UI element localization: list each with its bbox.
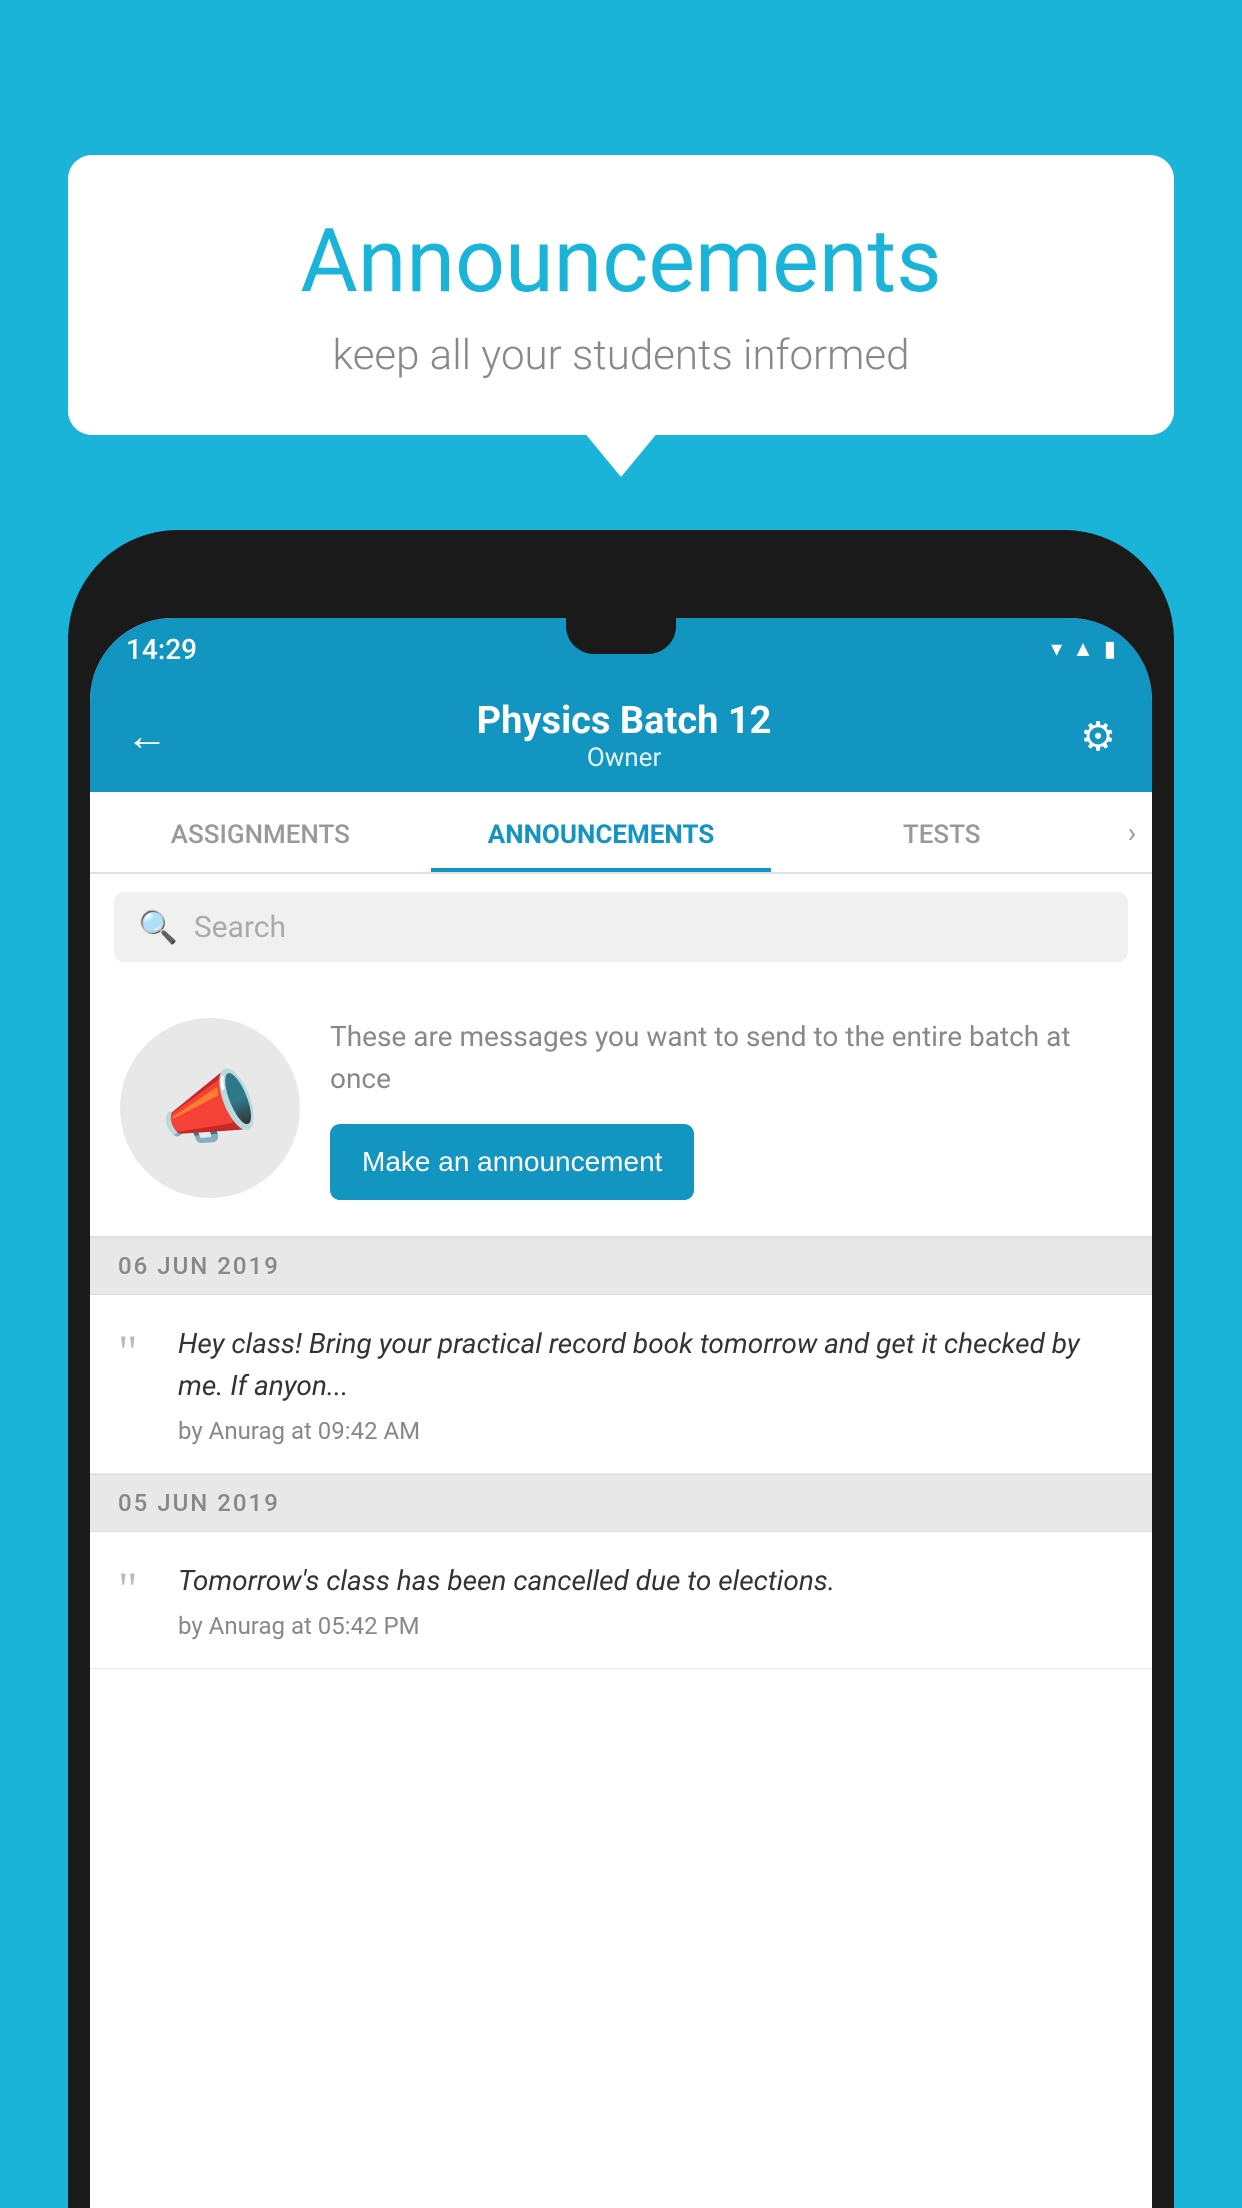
date-separator-1: 06 JUN 2019 <box>90 1237 1152 1295</box>
wifi-icon: ▾ <box>1051 637 1062 662</box>
speech-bubble-container: Announcements keep all your students inf… <box>68 155 1174 435</box>
battery-icon: ▮ <box>1104 637 1116 662</box>
announcement-item-2[interactable]: " Tomorrow's class has been cancelled du… <box>90 1532 1152 1669</box>
message-text-1: Hey class! Bring your practical record b… <box>178 1323 1124 1407</box>
make-announcement-button[interactable]: Make an announcement <box>330 1124 694 1200</box>
phone-mockup: 14:29 ▾ ▲ ▮ ← Physics Batch 12 Owner ⚙ A… <box>68 530 1174 2208</box>
phone-screen: 14:29 ▾ ▲ ▮ ← Physics Batch 12 Owner ⚙ A… <box>90 618 1152 2208</box>
search-placeholder: Search <box>194 910 286 945</box>
megaphone-icon: 📣 <box>160 1061 260 1155</box>
promo-icon-circle: 📣 <box>120 1018 300 1198</box>
message-text-2: Tomorrow's class has been cancelled due … <box>178 1560 1124 1602</box>
promo-content: These are messages you want to send to t… <box>330 1016 1122 1200</box>
search-icon: 🔍 <box>138 908 178 946</box>
app-header: ← Physics Batch 12 Owner ⚙ <box>90 680 1152 792</box>
quote-icon-1: " <box>118 1329 154 1377</box>
message-content-1: Hey class! Bring your practical record b… <box>178 1323 1124 1445</box>
header-title: Physics Batch 12 <box>477 699 772 743</box>
phone-notch <box>566 618 676 654</box>
header-center: Physics Batch 12 Owner <box>477 699 772 773</box>
promo-block: 📣 These are messages you want to send to… <box>90 980 1152 1237</box>
status-time: 14:29 <box>126 633 197 666</box>
back-button[interactable]: ← <box>126 712 168 761</box>
message-content-2: Tomorrow's class has been cancelled due … <box>178 1560 1124 1640</box>
message-meta-1: by Anurag at 09:42 AM <box>178 1417 1124 1445</box>
tab-tests[interactable]: TESTS <box>771 792 1112 872</box>
bubble-title: Announcements <box>128 210 1114 313</box>
tab-announcements[interactable]: ANNOUNCEMENTS <box>431 792 772 872</box>
signal-icon: ▲ <box>1072 636 1094 662</box>
tab-assignments[interactable]: ASSIGNMENTS <box>90 792 431 872</box>
header-subtitle: Owner <box>477 743 772 773</box>
quote-icon-2: " <box>118 1566 154 1614</box>
announcement-item-1[interactable]: " Hey class! Bring your practical record… <box>90 1295 1152 1474</box>
status-icons: ▾ ▲ ▮ <box>1051 636 1116 662</box>
speech-bubble: Announcements keep all your students inf… <box>68 155 1174 435</box>
message-meta-2: by Anurag at 05:42 PM <box>178 1612 1124 1640</box>
settings-button[interactable]: ⚙ <box>1080 713 1116 760</box>
tab-more[interactable]: › <box>1112 792 1152 872</box>
tabs-bar: ASSIGNMENTS ANNOUNCEMENTS TESTS › <box>90 792 1152 874</box>
phone-body: 14:29 ▾ ▲ ▮ ← Physics Batch 12 Owner ⚙ A… <box>68 530 1174 2208</box>
promo-description: These are messages you want to send to t… <box>330 1016 1122 1100</box>
search-container: 🔍 Search <box>90 874 1152 980</box>
date-separator-2: 05 JUN 2019 <box>90 1474 1152 1532</box>
search-bar[interactable]: 🔍 Search <box>114 892 1128 962</box>
bubble-subtitle: keep all your students informed <box>128 331 1114 380</box>
